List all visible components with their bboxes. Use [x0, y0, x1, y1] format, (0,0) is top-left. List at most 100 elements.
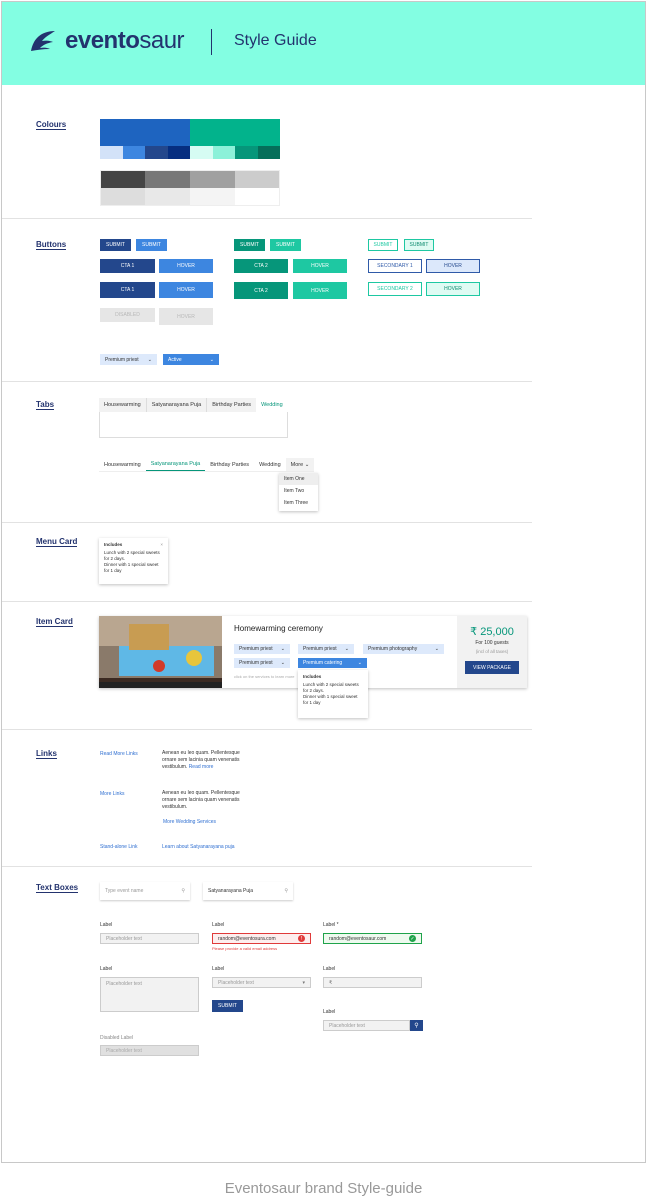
- swatch-primary-shade: [167, 146, 190, 159]
- popup-heading: Includes: [303, 674, 322, 679]
- chevron-down-icon: ⌄: [304, 461, 310, 468]
- cta2-large-button[interactable]: CTA 2: [234, 282, 288, 299]
- tab-more[interactable]: More ⌄: [285, 458, 315, 471]
- swatch-primary-shade: [145, 146, 168, 159]
- email-field-valid[interactable]: random@eventosaur.com ✓: [323, 933, 422, 944]
- submit-outline-hover-button[interactable]: SUBMIT: [404, 239, 434, 251]
- menu-card-item: Dinner with 1 special sweet for 1 day: [104, 562, 159, 573]
- email-value: random@eventosaur.com: [329, 935, 387, 942]
- view-package-button[interactable]: VIEW PACKAGE: [465, 661, 519, 674]
- search-input-filled[interactable]: Satyanarayana Puja ⚲: [203, 882, 293, 900]
- search-field-placeholder: Placeholder text: [329, 1022, 365, 1029]
- more-menu: Item One Item Two Item Three: [279, 473, 318, 511]
- standalone-link-label: Stand-alone Link: [100, 844, 138, 850]
- read-more-links-label: Read More Links: [100, 751, 138, 757]
- tab-housewarming[interactable]: Housewarming: [99, 398, 146, 412]
- cta2-hover-button[interactable]: HOVER: [293, 259, 347, 273]
- divider: [2, 866, 532, 867]
- field-label: Label: [323, 966, 336, 972]
- text-field[interactable]: Placeholder text: [100, 933, 199, 944]
- search-field[interactable]: Placeholder text: [323, 1020, 410, 1031]
- price-panel: ₹ 25,000 For 100 guests (incl of all tax…: [457, 616, 527, 688]
- submit-button-navy[interactable]: SUBMIT: [100, 239, 131, 251]
- menu-item-three[interactable]: Item Three: [279, 497, 318, 509]
- section-title-colours: Colours: [36, 120, 67, 130]
- tab-birthday[interactable]: Birthday Parties: [206, 398, 257, 412]
- menu-card-heading: Includes: [104, 542, 123, 547]
- cta1-button[interactable]: CTA 1: [100, 259, 155, 273]
- field-label: Label: [212, 966, 225, 972]
- tab-satyanarayana-active[interactable]: Satyanarayana Puja: [145, 458, 206, 471]
- email-value: random@eventosura.com: [218, 935, 276, 942]
- option-label: Premium catering: [303, 660, 343, 666]
- more-wedding-services-link[interactable]: More Wedding Services: [163, 819, 216, 825]
- submit-button[interactable]: SUBMIT: [212, 1000, 243, 1012]
- search-icon-button[interactable]: ⚲: [410, 1020, 423, 1031]
- secondary1-hover-button[interactable]: HOVER: [426, 259, 480, 273]
- chevron-down-icon: ⌄: [280, 646, 285, 652]
- item-card-title: Homewarming ceremony: [234, 624, 323, 633]
- submit-button-teal-light[interactable]: SUBMIT: [270, 239, 301, 251]
- menu-item-one[interactable]: Item One: [279, 473, 318, 485]
- swatch-border: [100, 170, 280, 206]
- section-title-tabs: Tabs: [36, 400, 55, 410]
- cta1-large-button[interactable]: CTA 1: [100, 282, 155, 298]
- submit-button-teal[interactable]: SUBMIT: [234, 239, 265, 251]
- submit-button-blue[interactable]: SUBMIT: [136, 239, 167, 251]
- field-placeholder: Placeholder text: [106, 935, 142, 942]
- more-links-label: More Links: [100, 791, 125, 797]
- close-icon[interactable]: ×: [160, 542, 163, 547]
- textarea[interactable]: Placeholder text: [100, 977, 199, 1012]
- guest-count: For 100 guests: [475, 640, 509, 646]
- secondary1-button[interactable]: SECONDARY 1: [368, 259, 422, 273]
- field-label-required: Label *: [323, 922, 339, 928]
- option-premium-priest[interactable]: Premium priest ⌄: [234, 644, 290, 654]
- currency-field[interactable]: ₹: [323, 977, 422, 988]
- tab-birthday[interactable]: Birthday Parties: [205, 458, 254, 471]
- cta2-button[interactable]: CTA 2: [234, 259, 288, 273]
- field-label: Label: [100, 966, 113, 972]
- menu-item-two[interactable]: Item Two: [279, 485, 318, 497]
- search-input[interactable]: Type event name ⚲: [100, 882, 190, 900]
- option-premium-priest-2[interactable]: Premium priest ⌄: [298, 644, 354, 654]
- select-field[interactable]: Placeholder text ▾: [212, 977, 311, 988]
- option-premium-catering[interactable]: Premium catering ⌄: [298, 658, 367, 668]
- tax-note: (incl of all taxes): [475, 649, 509, 654]
- email-field-error[interactable]: random@eventosura.com!: [212, 933, 311, 944]
- swatch-accent-shade: [190, 146, 213, 159]
- secondary2-button[interactable]: SECONDARY 2: [368, 282, 422, 296]
- catering-popup: Includes Lunch with 2 special sweets for…: [298, 670, 368, 718]
- rupee-icon: ₹: [329, 979, 333, 986]
- chevron-down-icon: ⌄: [147, 356, 152, 363]
- cta2-large-hover-button[interactable]: HOVER: [293, 282, 347, 299]
- section-title-text-boxes: Text Boxes: [36, 883, 79, 893]
- divider: [2, 522, 532, 523]
- cta1-large-hover-button[interactable]: HOVER: [159, 282, 213, 298]
- read-more-link[interactable]: Read more: [189, 764, 214, 770]
- option-label: Premium photography: [368, 646, 418, 652]
- search-value: Satyanarayana Puja: [208, 888, 254, 894]
- option-premium-photography[interactable]: Premium photography ⌄: [363, 644, 444, 654]
- field-label: Label: [212, 922, 225, 928]
- swatch-primary-shade: [100, 146, 123, 159]
- tab-bar-1: Housewarming Satyanarayana Puja Birthday…: [99, 398, 288, 412]
- price: ₹ 25,000: [470, 626, 514, 638]
- submit-outline-button[interactable]: SUBMIT: [368, 239, 398, 251]
- tab-housewarming[interactable]: Housewarming: [99, 458, 146, 471]
- cta1-hover-button[interactable]: HOVER: [159, 259, 213, 273]
- tab-wedding-active[interactable]: Wedding: [256, 398, 288, 412]
- search-placeholder: Type event name: [105, 888, 144, 894]
- item-card-hint: click on the services to learn more: [234, 674, 295, 679]
- active-dropdown[interactable]: Active ⌄: [163, 354, 219, 365]
- disabled-label: Disabled Label: [100, 1035, 134, 1041]
- dropdown-label: Premium priest: [105, 356, 139, 363]
- tab-wedding[interactable]: Wedding: [254, 458, 286, 471]
- menu-card-header: Includes ×: [104, 542, 163, 547]
- brand-bold: evento: [65, 27, 140, 54]
- tab-more-label: More: [290, 461, 304, 468]
- secondary2-hover-button[interactable]: HOVER: [426, 282, 480, 296]
- tab-satyanarayana[interactable]: Satyanarayana Puja: [145, 398, 207, 412]
- premium-priest-dropdown[interactable]: Premium priest ⌄: [100, 354, 157, 365]
- satyanarayana-link[interactable]: Learn about Satyanarayana puja: [162, 844, 235, 850]
- option-premium-priest-3[interactable]: Premium priest ⌄: [234, 658, 290, 668]
